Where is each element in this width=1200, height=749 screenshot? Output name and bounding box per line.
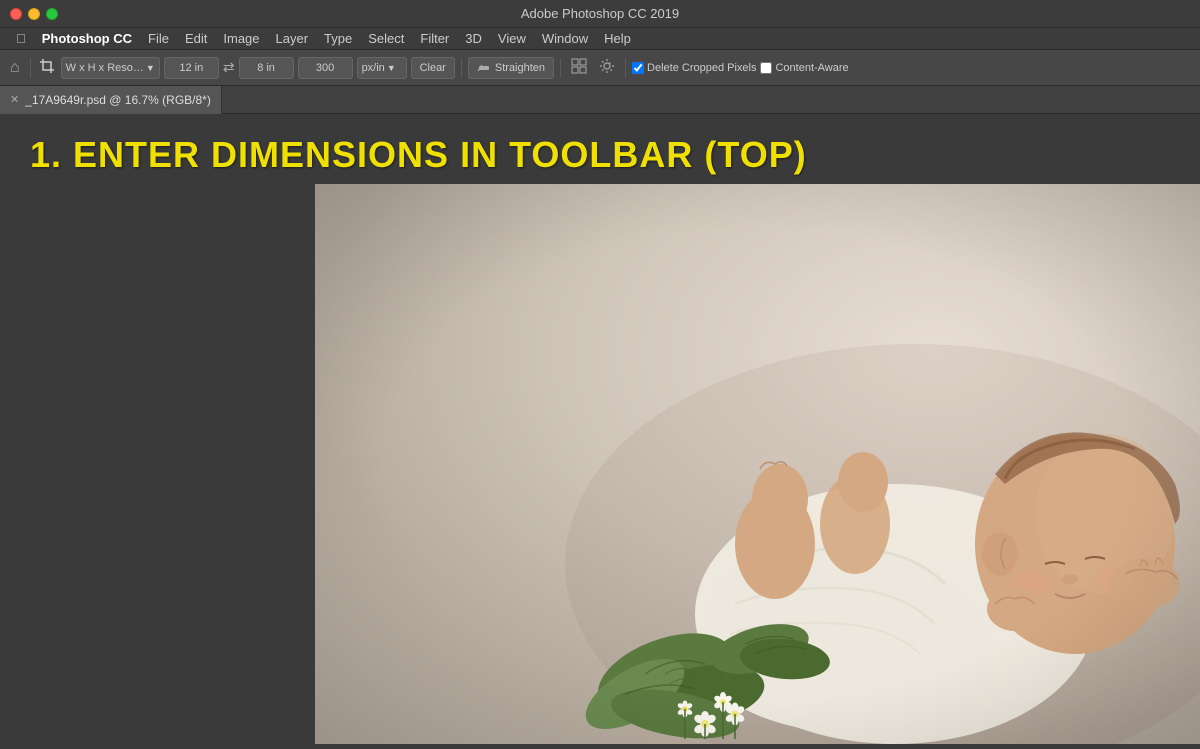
app-name[interactable]: Photoshop CC — [34, 31, 140, 46]
content-aware-text: Content-Aware — [775, 62, 848, 74]
apple-menu[interactable]:  — [8, 31, 34, 46]
resolution-unit-label: px/in — [362, 62, 385, 74]
separator-2 — [461, 58, 462, 78]
aspect-ratio-dropdown[interactable]: W x H x Reso… ▼ — [61, 57, 160, 79]
tab-bar: ✕ _17A9649r.psd @ 16.7% (RGB/8*) — [0, 86, 1200, 114]
maximize-button[interactable] — [46, 8, 58, 20]
content-aware-checkbox[interactable] — [760, 62, 772, 74]
resolution-unit-dropdown[interactable]: px/in ▼ — [357, 57, 407, 79]
resolution-input[interactable] — [298, 57, 353, 79]
crop-tool-icon[interactable] — [37, 58, 57, 78]
home-icon[interactable]: ⌂ — [6, 59, 24, 77]
photo-inner — [315, 184, 1200, 744]
straighten-button[interactable]: Straighten — [468, 57, 554, 79]
title-bar: Adobe Photoshop CC 2019 — [0, 0, 1200, 28]
separator-1 — [30, 58, 31, 78]
delete-cropped-pixels-checkbox[interactable] — [632, 62, 644, 74]
menu-3d[interactable]: 3D — [457, 31, 490, 46]
minimize-button[interactable] — [28, 8, 40, 20]
menu-type[interactable]: Type — [316, 31, 360, 46]
aspect-ratio-label: W x H x Reso… — [66, 62, 144, 74]
window-title: Adobe Photoshop CC 2019 — [521, 6, 679, 21]
close-button[interactable] — [10, 8, 22, 20]
menu-image[interactable]: Image — [215, 31, 267, 46]
separator-3 — [560, 58, 561, 78]
separator-4 — [625, 58, 626, 78]
menu-layer[interactable]: Layer — [268, 31, 317, 46]
menu-file[interactable]: File — [140, 31, 177, 46]
menu-help[interactable]: Help — [596, 31, 639, 46]
menu-edit[interactable]: Edit — [177, 31, 215, 46]
instruction-text: 1. ENTER DIMENSIONS IN TOOLBAR (TOP) — [30, 134, 807, 176]
options-toolbar: ⌂ W x H x Reso… ▼ ⇄ px/in ▼ Clear Straig… — [0, 50, 1200, 86]
settings-icon[interactable] — [595, 58, 619, 78]
chevron-down-icon: ▼ — [146, 63, 155, 73]
menu-window[interactable]: Window — [534, 31, 596, 46]
overlay-icon[interactable] — [567, 58, 591, 78]
width-input[interactable] — [164, 57, 219, 79]
swap-dimensions-icon[interactable]: ⇄ — [223, 59, 235, 76]
delete-cropped-pixels-text: Delete Cropped Pixels — [647, 62, 756, 74]
delete-cropped-pixels-label[interactable]: Delete Cropped Pixels — [632, 62, 756, 74]
clear-button[interactable]: Clear — [411, 57, 455, 79]
chevron-down-icon: ▼ — [387, 63, 396, 73]
straighten-label: Straighten — [495, 62, 545, 74]
document-tab[interactable]: ✕ _17A9649r.psd @ 16.7% (RGB/8*) — [0, 86, 222, 114]
content-aware-label[interactable]: Content-Aware — [760, 62, 848, 74]
canvas-area: 1. ENTER DIMENSIONS IN TOOLBAR (TOP) — [0, 114, 1200, 749]
document-tab-title: _17A9649r.psd @ 16.7% (RGB/8*) — [25, 93, 211, 107]
menu-select[interactable]: Select — [360, 31, 412, 46]
traffic-lights — [10, 8, 58, 20]
menu-bar:  Photoshop CC File Edit Image Layer Typ… — [0, 28, 1200, 50]
height-input[interactable] — [239, 57, 294, 79]
menu-view[interactable]: View — [490, 31, 534, 46]
photo-canvas — [315, 184, 1200, 744]
tab-close-icon[interactable]: ✕ — [10, 93, 19, 106]
menu-filter[interactable]: Filter — [412, 31, 457, 46]
